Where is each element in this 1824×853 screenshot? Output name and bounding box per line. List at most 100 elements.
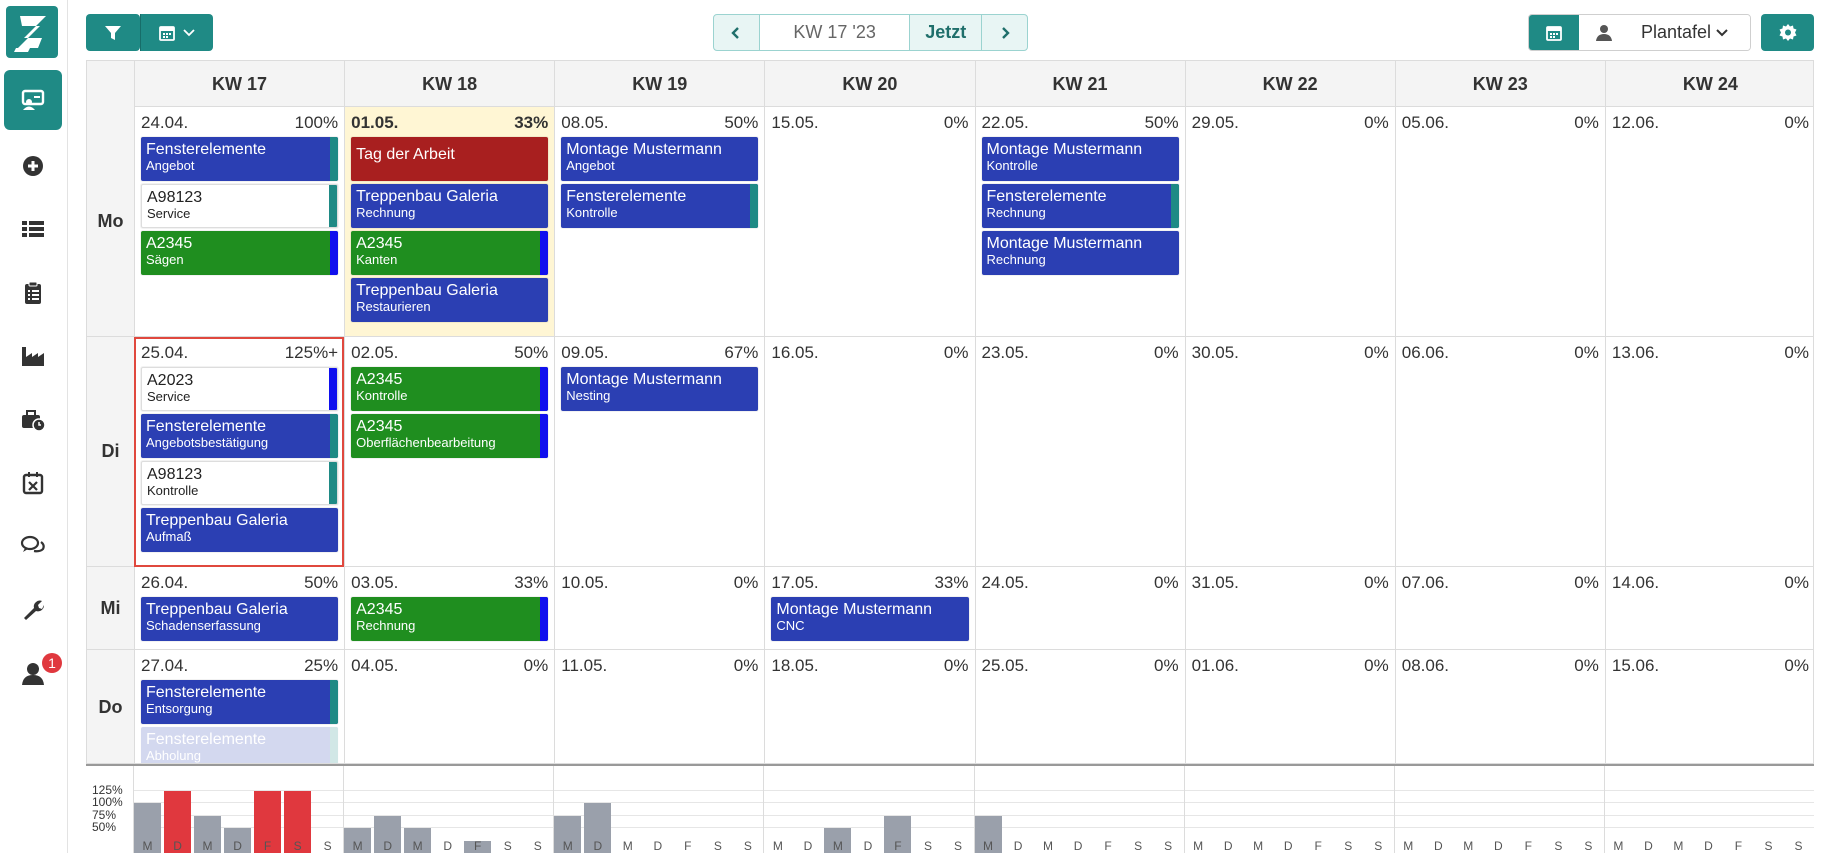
nav-settings-tools[interactable]: [4, 580, 62, 640]
day-cell[interactable]: 15.06. 0%: [1604, 650, 1813, 763]
day-cell[interactable]: 24.04. 100% Fensterelemente Angebot A98123 Se…: [134, 107, 345, 337]
task-card[interactable]: Fensterelemente Kontrolle: [561, 184, 759, 228]
task-card[interactable]: Fensterelemente Angebotsbestätigung: [141, 414, 339, 458]
task-card[interactable]: Treppenbau Galeria Schadenserfassung: [141, 597, 339, 641]
nav-chat[interactable]: [4, 516, 62, 576]
task-card[interactable]: Fensterelemente Abholung: [141, 727, 339, 763]
day-utilization: 0%: [1784, 656, 1809, 675]
task-subtitle: Service: [147, 389, 191, 404]
day-cell[interactable]: 27.04. 25% Fensterelemente Entsorgung Fenste…: [134, 650, 344, 763]
day-cell[interactable]: 11.05. 0%: [554, 650, 764, 763]
day-cell[interactable]: 16.05. 0%: [764, 337, 975, 567]
task-card[interactable]: Montage Mustermann Rechnung: [981, 231, 1179, 275]
day-cell[interactable]: 13.06. 0%: [1604, 337, 1813, 567]
day-cell[interactable]: 05.06. 0%: [1394, 107, 1605, 337]
day-cell[interactable]: 14.06. 0%: [1604, 567, 1813, 650]
task-card[interactable]: A98123 Service: [141, 184, 339, 228]
day-cell[interactable]: 02.05. 50% A2345 Kontrolle A2345 Oberflächenb…: [344, 337, 555, 567]
day-cell[interactable]: 17.05. 33% Montage Mustermann CNC: [764, 567, 975, 650]
nav-planning-board[interactable]: [4, 70, 62, 130]
notification-badge: 1: [42, 653, 62, 673]
task-card[interactable]: Montage Mustermann Kontrolle: [981, 137, 1179, 181]
day-cell[interactable]: 15.05. 0%: [764, 107, 975, 337]
task-card[interactable]: A2023 Service: [141, 367, 339, 411]
day-date: 08.06.: [1401, 656, 1450, 675]
day-cell[interactable]: 25.05. 0%: [974, 650, 1185, 763]
week-header[interactable]: KW 22: [1184, 61, 1395, 107]
task-card[interactable]: Montage Mustermann Nesting: [561, 367, 759, 411]
weekday-label: Mi: [87, 567, 134, 650]
day-cell[interactable]: 01.06. 0%: [1184, 650, 1395, 763]
day-cell[interactable]: 26.04. 50% Treppenbau Galeria Schadenserfas…: [134, 567, 345, 650]
day-cell[interactable]: 25.04. 125%+ A2023 Service Fensterelemente An…: [134, 337, 345, 567]
date-range-dropdown[interactable]: [140, 14, 213, 51]
day-date: 16.05.: [771, 343, 819, 362]
task-card[interactable]: A2345 Rechnung: [351, 597, 549, 641]
day-cell[interactable]: 30.05. 0%: [1184, 337, 1395, 567]
task-card[interactable]: Treppenbau Galeria Aufmaß: [141, 508, 339, 552]
task-card[interactable]: Fensterelemente Entsorgung: [141, 680, 339, 724]
week-header[interactable]: KW 19: [554, 61, 764, 107]
app-logo[interactable]: [6, 6, 58, 58]
task-card[interactable]: Fensterelemente Angebot: [141, 137, 339, 181]
day-cell[interactable]: 24.05. 0%: [974, 567, 1185, 650]
day-cell[interactable]: 06.06. 0%: [1394, 337, 1605, 567]
calendar-view-button[interactable]: [1529, 15, 1579, 50]
day-cell[interactable]: 10.05. 0%: [554, 567, 765, 650]
capacity-day-label: M: [622, 839, 633, 853]
day-cell[interactable]: 07.06. 0%: [1394, 567, 1605, 650]
today-button[interactable]: Jetzt: [910, 15, 983, 50]
day-cell[interactable]: 23.05. 0%: [974, 337, 1185, 567]
day-utilization: 0%: [1364, 573, 1389, 592]
week-header[interactable]: KW 23: [1394, 61, 1605, 107]
task-status-stripe: [330, 231, 339, 275]
day-cell[interactable]: 01.05. 33% Tag der Arbeit Treppenbau Galeri…: [344, 107, 555, 337]
nav-user[interactable]: 1: [4, 643, 62, 703]
previous-week-button[interactable]: [714, 15, 759, 50]
week-header[interactable]: KW 18: [344, 61, 554, 107]
day-header: 10.05. 0%: [561, 573, 758, 593]
task-card[interactable]: Montage Mustermann CNC: [771, 597, 969, 641]
day-cell[interactable]: 08.06. 0%: [1394, 650, 1605, 763]
week-navigator: KW 17 '23 Jetzt: [713, 14, 1028, 51]
day-date: 24.05.: [981, 573, 1029, 592]
day-cell[interactable]: 18.05. 0%: [764, 650, 974, 763]
day-cell[interactable]: 31.05. 0%: [1184, 567, 1395, 650]
nav-list[interactable]: [4, 199, 62, 259]
current-week-label[interactable]: KW 17 '23: [758, 15, 911, 50]
day-date: 29.05.: [1191, 113, 1239, 132]
day-cell[interactable]: 29.05. 0%: [1184, 107, 1395, 337]
nav-absences[interactable]: [4, 453, 62, 513]
next-week-button[interactable]: [982, 15, 1027, 50]
day-cell[interactable]: 08.05. 50% Montage Mustermann Angebot Fenste…: [554, 107, 765, 337]
nav-tasks[interactable]: [4, 263, 62, 323]
week-header[interactable]: KW 20: [764, 61, 974, 107]
day-cell[interactable]: 12.06. 0%: [1604, 107, 1813, 337]
task-card[interactable]: A2345 Kontrolle: [351, 367, 549, 411]
nav-production[interactable]: [4, 326, 62, 386]
day-cell[interactable]: 04.05. 0%: [344, 650, 554, 763]
week-header[interactable]: KW 17: [134, 61, 344, 107]
capacity-day-label: M: [772, 839, 783, 853]
task-card[interactable]: Montage Mustermann Angebot: [561, 137, 759, 181]
settings-button[interactable]: [1761, 14, 1814, 51]
task-subtitle: Nesting: [566, 388, 611, 403]
task-card[interactable]: A2345 Oberflächenbearbeitung: [351, 414, 549, 458]
task-card[interactable]: Tag der Arbeit: [351, 137, 549, 181]
day-cell[interactable]: 09.05. 67% Montage Mustermann Nesting: [554, 337, 765, 567]
nav-time-tracking[interactable]: [4, 390, 62, 450]
task-card[interactable]: Fensterelemente Rechnung: [981, 184, 1179, 228]
filter-button[interactable]: [86, 14, 140, 51]
task-card[interactable]: Treppenbau Galeria Rechnung: [351, 184, 549, 228]
week-header[interactable]: KW 24: [1604, 61, 1813, 107]
day-cell[interactable]: 03.05. 33% A2345 Rechnung: [344, 567, 555, 650]
task-card[interactable]: A98123 Kontrolle: [141, 461, 339, 505]
nav-add[interactable]: [4, 136, 62, 196]
task-card[interactable]: A2345 Kanten: [351, 231, 549, 275]
task-card[interactable]: A2345 Sägen: [141, 231, 339, 275]
day-cell[interactable]: 22.05. 50% Montage Mustermann Kontrolle Fens…: [974, 107, 1185, 337]
view-dropdown[interactable]: Plantafel: [1579, 15, 1750, 50]
week-header[interactable]: KW 21: [974, 61, 1185, 107]
task-card[interactable]: Treppenbau Galeria Restaurieren: [351, 278, 549, 322]
day-utilization: 0%: [1154, 573, 1179, 592]
